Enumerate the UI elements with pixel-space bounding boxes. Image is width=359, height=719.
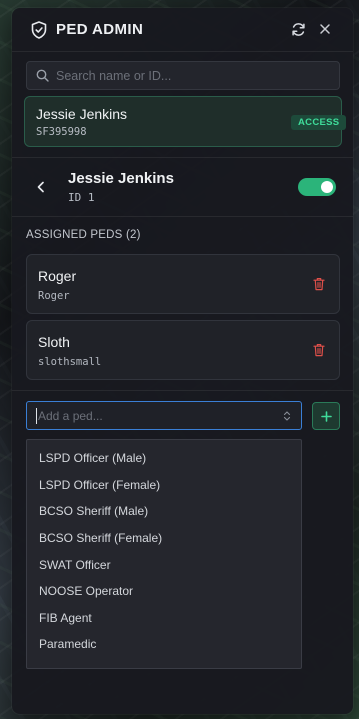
selected-player-id: ID 1 — [68, 191, 95, 204]
dropdown-option[interactable]: FIB Agent — [27, 605, 301, 631]
panel-header: PED ADMIN — [12, 8, 353, 52]
ped-admin-panel: PED ADMIN Jessie Jenkins SF395998 ACCESS… — [12, 8, 353, 714]
access-toggle[interactable] — [298, 178, 336, 196]
ped-name: Roger — [38, 268, 77, 284]
text-caret — [36, 408, 37, 424]
ped-model: Roger — [38, 290, 70, 302]
trash-icon[interactable] — [313, 277, 325, 291]
add-ped-input[interactable] — [38, 402, 278, 429]
dropdown-option[interactable]: LSPD Officer (Female) — [27, 472, 301, 498]
dropdown-option[interactable]: BCSO Sheriff (Male) — [27, 498, 301, 524]
dropdown-option[interactable]: BCSO Sheriff (Female) — [27, 525, 301, 551]
assigned-ped-item: Sloth slothsmall — [26, 320, 340, 380]
search-icon — [36, 69, 49, 82]
player-list-item[interactable]: Jessie Jenkins SF395998 ACCESS — [24, 96, 347, 147]
divider — [12, 216, 353, 217]
ped-name: Sloth — [38, 334, 70, 350]
back-chevron-icon[interactable] — [35, 180, 47, 194]
panel-title: PED ADMIN — [56, 21, 144, 38]
toggle-knob — [321, 181, 333, 193]
ped-options-dropdown: LSPD Officer (Male) LSPD Officer (Female… — [26, 439, 302, 669]
assigned-peds-heading: ASSIGNED PEDS (2) — [26, 229, 141, 241]
divider — [12, 157, 353, 158]
dropdown-option[interactable]: LSPD Officer (Male) — [27, 445, 301, 471]
access-badge: ACCESS — [291, 115, 347, 130]
plus-icon — [321, 411, 332, 422]
close-icon[interactable] — [318, 22, 332, 36]
dropdown-option[interactable]: NOOSE Operator — [27, 578, 301, 604]
selected-player-name: Jessie Jenkins — [68, 170, 174, 187]
chevron-up-down-icon[interactable] — [283, 410, 291, 422]
ped-model: slothsmall — [38, 356, 102, 368]
player-identifier: SF395998 — [36, 126, 87, 138]
dropdown-option[interactable]: Paramedic — [27, 631, 301, 657]
dropdown-option[interactable]: SWAT Officer — [27, 552, 301, 578]
trash-icon[interactable] — [313, 343, 325, 357]
add-ped-combobox[interactable] — [26, 401, 302, 430]
add-ped-button[interactable] — [312, 402, 340, 430]
refresh-icon[interactable] — [291, 22, 306, 37]
search-field[interactable] — [26, 61, 340, 90]
search-input[interactable] — [56, 62, 336, 89]
divider — [12, 390, 353, 391]
player-name: Jessie Jenkins — [36, 106, 128, 122]
assigned-ped-item: Roger Roger — [26, 254, 340, 314]
shield-icon — [31, 21, 47, 39]
